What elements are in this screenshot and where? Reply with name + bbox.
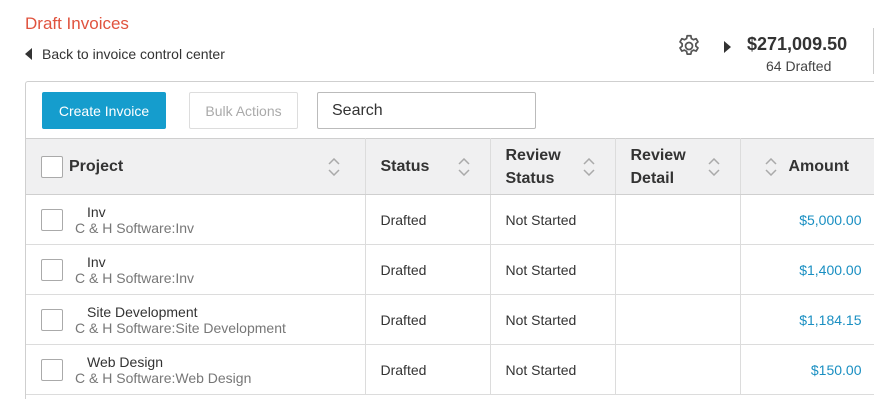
review-detail-cell [615, 294, 741, 345]
back-link[interactable]: Back to invoice control center [25, 46, 225, 62]
review-status-cell: Not Started [490, 344, 616, 395]
review-detail-cell [615, 194, 741, 245]
status-cell: Drafted [365, 244, 491, 295]
select-all-checkbox[interactable] [41, 155, 63, 178]
project-name: Inv [87, 203, 106, 220]
project-client: C & H Software:Inv [75, 269, 195, 286]
review-detail-cell [615, 344, 741, 395]
column-header-label: Project [69, 158, 124, 175]
status-cell: Drafted [365, 344, 491, 395]
table-row[interactable]: Inv C & H Software:Inv Drafted Not Start… [26, 244, 874, 295]
table-row[interactable]: Web Design C & H Software:Web Design Dra… [26, 344, 874, 395]
triangle-left-icon [25, 48, 32, 60]
project-client: C & H Software:Site Development [75, 319, 286, 336]
table-header-row: Project Status Review Status Review Deta… [26, 138, 874, 195]
review-status-cell: Not Started [490, 294, 616, 345]
column-header-label: Amount [788, 158, 849, 175]
sort-icon[interactable] [582, 157, 595, 176]
amount-link[interactable]: $5,000.00 [740, 194, 874, 245]
column-header-label: Status [380, 158, 430, 175]
status-cell: Drafted [365, 294, 491, 345]
project-name: Inv [87, 253, 106, 270]
amount-link[interactable]: $150.00 [740, 344, 874, 395]
invoice-panel: Create Invoice Bulk Actions Project [25, 81, 874, 399]
column-header-amount[interactable]: Amount [740, 138, 874, 195]
sort-icon[interactable] [328, 157, 340, 176]
search-input[interactable] [317, 92, 536, 129]
create-invoice-button[interactable]: Create Invoice [42, 92, 166, 129]
review-status-cell: Not Started [490, 244, 616, 295]
gear-icon[interactable] [676, 33, 702, 59]
status-cell: Drafted [365, 194, 491, 245]
drafted-count: 64 Drafted [766, 58, 832, 74]
row-checkbox[interactable] [41, 208, 63, 231]
row-checkbox[interactable] [41, 308, 63, 331]
project-name: Site Development [87, 303, 198, 320]
column-header-review-status[interactable]: Review Status [490, 138, 616, 195]
row-checkbox[interactable] [41, 358, 63, 381]
row-checkbox[interactable] [41, 258, 63, 281]
bulk-actions-button[interactable]: Bulk Actions [189, 92, 298, 129]
table-row[interactable]: Site Development C & H Software:Site Dev… [26, 294, 874, 345]
total-amount: $271,009.50 [747, 34, 848, 54]
column-header-review-detail[interactable]: Review Detail [615, 138, 741, 195]
review-status-cell: Not Started [490, 194, 616, 245]
column-header-status[interactable]: Status [365, 138, 491, 195]
sort-icon[interactable] [707, 157, 720, 176]
column-header-label: Review Status [505, 146, 561, 187]
triangle-right-icon[interactable] [724, 41, 731, 53]
column-header-project[interactable]: Project [26, 138, 366, 195]
amount-link[interactable]: $1,400.00 [740, 244, 874, 295]
project-name: Web Design [87, 353, 164, 370]
back-link-label: Back to invoice control center [42, 46, 225, 62]
amount-link[interactable]: $1,184.15 [740, 294, 874, 345]
column-header-label: Review Detail [630, 146, 686, 187]
project-client: C & H Software:Inv [75, 219, 195, 236]
review-detail-cell [615, 244, 741, 295]
invoice-table: Project Status Review Status Review Deta… [26, 138, 874, 395]
sort-icon[interactable] [457, 157, 470, 176]
table-row[interactable]: Inv C & H Software:Inv Drafted Not Start… [26, 194, 874, 245]
page-title: Draft Invoices [25, 14, 129, 33]
project-client: C & H Software:Web Design [75, 369, 252, 386]
sort-icon[interactable] [764, 157, 777, 176]
